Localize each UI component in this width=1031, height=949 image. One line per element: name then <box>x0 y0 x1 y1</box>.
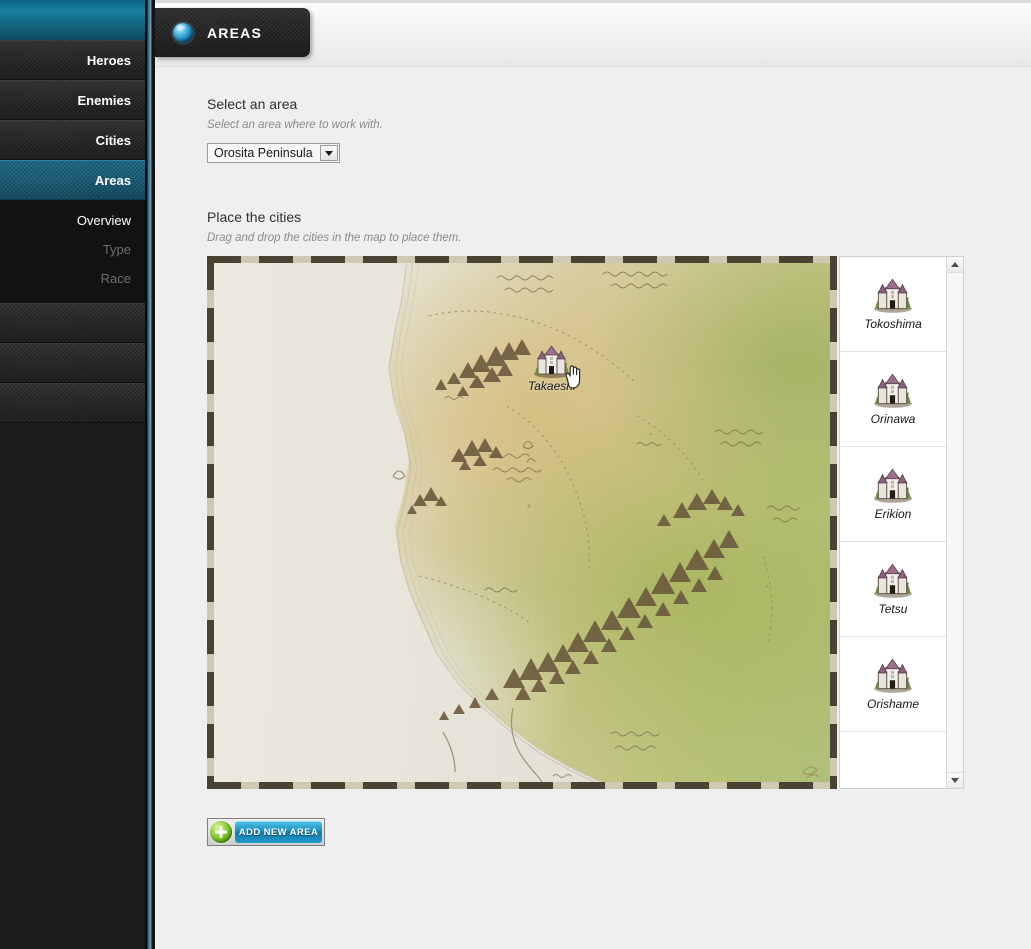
sidebar-item-cities[interactable]: Cities <box>0 120 145 160</box>
scroll-down-icon[interactable] <box>947 772 963 788</box>
list-item[interactable]: Tokoshima <box>840 257 946 352</box>
sidebar-item-areas[interactable]: Areas <box>0 160 145 200</box>
list-item[interactable]: Erikion <box>840 447 946 542</box>
add-new-area-button[interactable]: ADD NEW AREA <box>207 818 325 846</box>
sidebar-subitem-race[interactable]: Race <box>0 264 145 293</box>
application-window: Heroes Enemies Cities Areas Overview Typ… <box>0 0 1031 949</box>
sidebar-subitem-label: Type <box>102 242 131 257</box>
plus-icon <box>210 821 232 843</box>
sidebar-item-empty[interactable] <box>0 343 145 383</box>
sidebar-subitem-label: Race <box>100 271 131 286</box>
chevron-down-icon[interactable] <box>319 145 338 161</box>
castle-icon <box>874 468 912 503</box>
sidebar-item-empty[interactable] <box>0 303 145 343</box>
select-area-title: Select an area <box>207 96 298 112</box>
sidebar-subitem-type[interactable]: Type <box>0 235 145 264</box>
castle-icon <box>874 563 912 598</box>
place-cities-title: Place the cities <box>207 209 302 225</box>
city-name: Orishame <box>866 697 919 711</box>
city-list-scrollbar[interactable] <box>946 257 963 788</box>
add-new-area-button-body: ADD NEW AREA <box>235 821 322 843</box>
main-content-area: AREAS Select an area Select an area wher… <box>155 0 1031 949</box>
city-name: Orinawa <box>870 412 916 426</box>
sidebar-submenu: Overview Type Race <box>0 200 145 303</box>
area-select-value: Orosita Peninsula <box>208 144 320 162</box>
castle-icon <box>874 278 912 313</box>
area-select[interactable]: Orosita Peninsula <box>207 143 340 163</box>
tab-label: AREAS <box>207 24 263 41</box>
sidebar-item-label: Heroes <box>86 52 131 68</box>
sidebar-item-label: Enemies <box>77 92 131 108</box>
castle-icon <box>874 658 912 693</box>
map-artwork <box>207 256 820 789</box>
map-and-city-list: Takaeshi Tokoshima Orinawa Erikion Tetsu… <box>207 256 964 789</box>
sidebar-item-heroes[interactable]: Heroes <box>0 40 145 80</box>
list-item[interactable]: Tetsu <box>840 542 946 637</box>
city-name: Tetsu <box>878 602 908 616</box>
area-map[interactable]: Takaeshi <box>207 256 837 789</box>
sidebar-item-empty[interactable] <box>0 383 145 423</box>
tab-areas[interactable]: AREAS <box>155 8 310 57</box>
list-item[interactable]: Orinawa <box>840 352 946 447</box>
city-name: Tokoshima <box>864 317 922 331</box>
city-list[interactable]: Tokoshima Orinawa Erikion Tetsu Orishame <box>840 257 946 788</box>
sidebar: Heroes Enemies Cities Areas Overview Typ… <box>0 0 145 949</box>
sidebar-subitem-label: Overview <box>76 213 131 228</box>
sidebar-header-gradient <box>0 0 145 40</box>
castle-icon <box>874 373 912 408</box>
place-cities-hint: Drag and drop the cities in the map to p… <box>207 232 462 244</box>
sidebar-item-label: Areas <box>94 172 131 188</box>
header-top-rule <box>155 0 1031 3</box>
select-area-hint: Select an area where to work with. <box>207 119 383 131</box>
list-item[interactable]: Orishame <box>840 637 946 732</box>
add-new-area-label: ADD NEW AREA <box>238 826 319 838</box>
form-content: Select an area Select an area where to w… <box>207 96 1017 848</box>
scrollbar-track[interactable] <box>947 273 963 772</box>
city-list-panel: Tokoshima Orinawa Erikion Tetsu Orishame <box>839 256 964 789</box>
sidebar-item-enemies[interactable]: Enemies <box>0 80 145 120</box>
sidebar-subitem-overview[interactable]: Overview <box>0 206 145 235</box>
sidebar-accent-divider <box>145 0 155 949</box>
hand-cursor-icon <box>565 365 581 389</box>
city-name: Erikion <box>874 507 912 521</box>
scroll-up-icon[interactable] <box>947 257 963 273</box>
globe-icon <box>173 22 193 43</box>
sidebar-item-label: Cities <box>95 132 131 148</box>
